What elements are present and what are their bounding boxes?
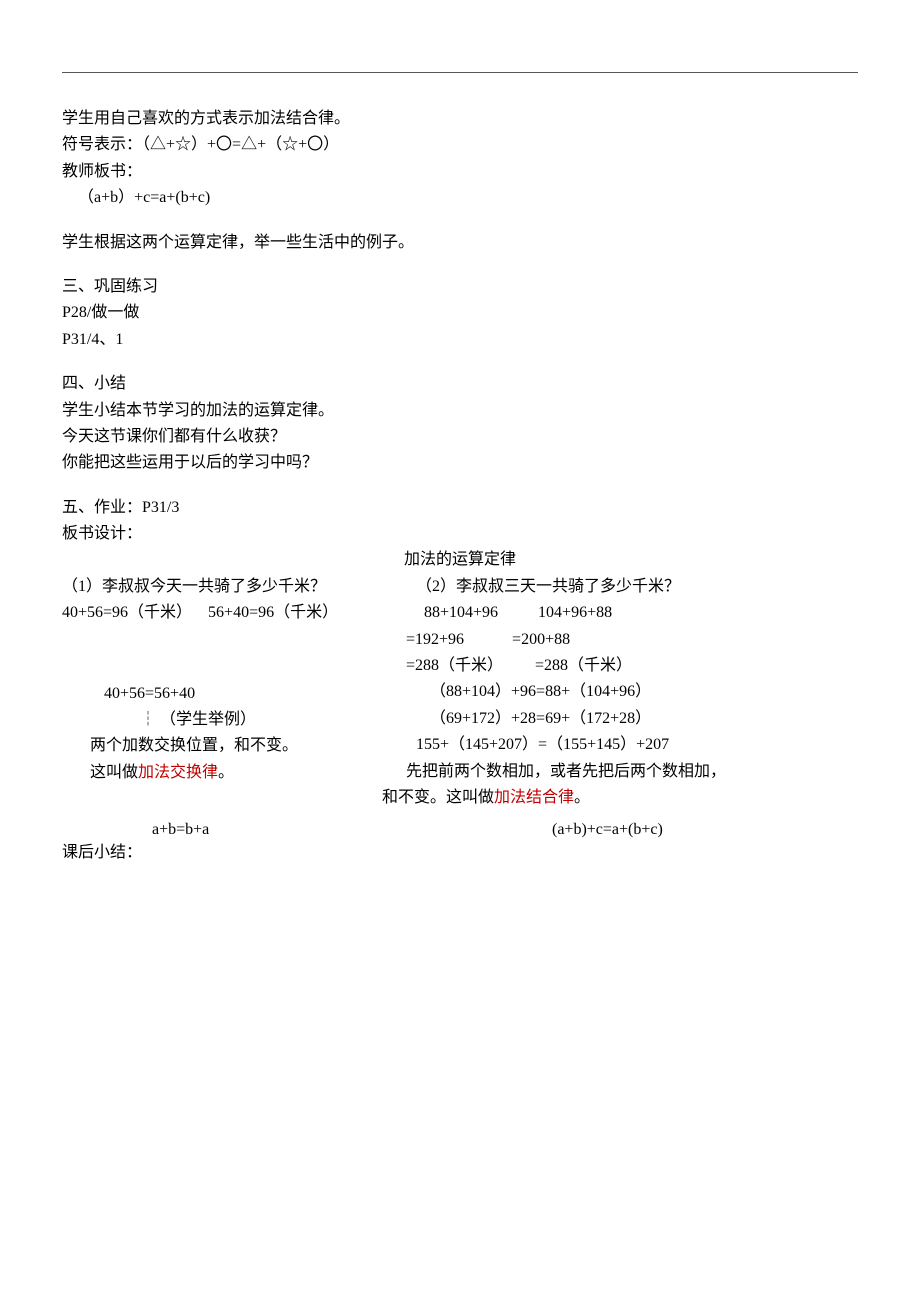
- body-line: P28/做一做: [62, 302, 858, 324]
- left-dash: ┆ （学生举例）: [62, 709, 402, 731]
- intro-line: 学生用自己喜欢的方式表示加法结合律。: [62, 108, 858, 130]
- left-formula: a+b=b+a: [62, 819, 492, 841]
- right-eq: （69+172）+28=69+（172+28）: [402, 708, 858, 730]
- after-class: 课后小结：: [62, 842, 858, 864]
- left-rule-pre: 两个加数交换位置，和不变。: [62, 735, 402, 757]
- body-line: 板书设计：: [62, 523, 858, 545]
- board-title: 加法的运算定律: [62, 549, 858, 571]
- top-rule: [62, 72, 858, 73]
- intro-formula: （a+b）+c=a+(b+c): [62, 187, 858, 209]
- right-rule-b2: 。: [574, 789, 590, 806]
- body-line: P31/4、1: [62, 329, 858, 351]
- right-calc: =288（千米） =288（千米）: [402, 655, 858, 677]
- body-line: 今天这节课你们都有什么收获？: [62, 426, 858, 448]
- left-rule-red: 加法交换律: [138, 764, 218, 781]
- left-calc: 40+56=96（千米） 56+40=96（千米）: [62, 602, 402, 624]
- right-calc: 88+104+96 104+96+88: [402, 602, 858, 624]
- left-rule-text: 这叫做: [90, 764, 138, 781]
- content: 学生用自己喜欢的方式表示加法结合律。 符号表示：（△+☆）+〇=△+（☆+〇） …: [0, 0, 920, 864]
- section-heading: 五、作业：P31/3: [62, 497, 858, 519]
- left-rule-text-b: 。: [218, 764, 234, 781]
- left-rule: 这叫做加法交换律。: [62, 762, 402, 784]
- intro-line: 教师板书：: [62, 161, 858, 183]
- intro-line: 符号表示：（△+☆）+〇=△+（☆+〇）: [62, 134, 858, 156]
- right-rule-b1: 和不变。这叫做: [382, 789, 494, 806]
- body-line: 学生小结本节学习的加法的运算定律。: [62, 400, 858, 422]
- right-rule-b: 和不变。这叫做加法结合律。: [382, 787, 858, 809]
- body-line: 你能把这些运用于以后的学习中吗？: [62, 452, 858, 474]
- right-rule-a: 先把前两个数相加，或者先把后两个数相加，: [402, 761, 858, 783]
- left-question: （1）李叔叔今天一共骑了多少千米？: [62, 576, 402, 598]
- right-calc: =192+96 =200+88: [402, 629, 858, 651]
- right-rule-red: 加法结合律: [494, 789, 574, 806]
- left-rule-block: 40+56=56+40 ┆ （学生举例） 两个加数交换位置，和不变。 这叫做加法…: [62, 683, 402, 785]
- right-eq: 155+（145+207）=（155+145）+207: [402, 734, 858, 756]
- section-heading: 三、巩固练习: [62, 276, 858, 298]
- section-heading: 四、小结: [62, 373, 858, 395]
- formula-row: a+b=b+a (a+b)+c=a+(b+c): [62, 819, 858, 841]
- board-columns: （1）李叔叔今天一共骑了多少千米？ 40+56=96（千米） 56+40=96（…: [62, 576, 858, 814]
- left-eq: 40+56=56+40: [62, 683, 402, 705]
- right-eq: （88+104）+96=88+（104+96）: [402, 681, 858, 703]
- page: 学生用自己喜欢的方式表示加法结合律。 符号表示：（△+☆）+〇=△+（☆+〇） …: [0, 0, 920, 1302]
- board-left: （1）李叔叔今天一共骑了多少千米？ 40+56=96（千米） 56+40=96（…: [62, 576, 402, 788]
- right-formula: (a+b)+c=a+(b+c): [492, 819, 858, 841]
- right-question: （2）李叔叔三天一共骑了多少千米？: [402, 576, 858, 598]
- intro-line: 学生根据这两个运算定律，举一些生活中的例子。: [62, 232, 858, 254]
- board-right: （2）李叔叔三天一共骑了多少千米？ 88+104+96 104+96+88 =1…: [402, 576, 858, 814]
